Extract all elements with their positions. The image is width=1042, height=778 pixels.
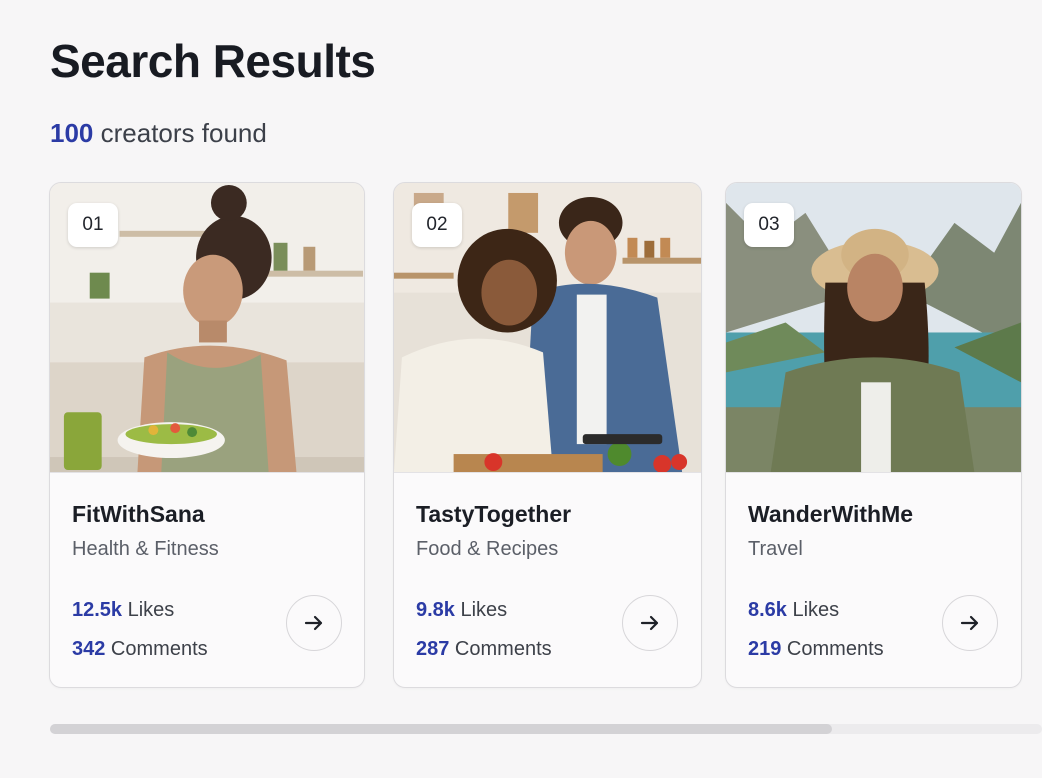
- likes-count: 12.5k: [72, 599, 123, 621]
- likes-count: 8.6k: [748, 599, 787, 621]
- comments-count: 342: [72, 638, 106, 660]
- likes-label: Likes: [786, 599, 840, 621]
- creator-category: Food & Recipes: [416, 538, 559, 560]
- comments-label: Comments: [781, 638, 884, 660]
- result-count: 100: [50, 118, 94, 148]
- creator-card[interactable]: 03 WanderWithMe Travel 8.6k Likes 219 Co…: [725, 182, 1022, 688]
- comments-count: 287: [416, 638, 450, 660]
- arrow-right-icon: [960, 615, 979, 631]
- arrow-right-icon: [640, 615, 659, 631]
- creator-photo: 02: [394, 183, 701, 473]
- page-title: Search Results: [50, 35, 376, 87]
- creator-photo: 03: [726, 183, 1021, 473]
- scrollbar-thumb[interactable]: [50, 724, 832, 734]
- rank-badge: 02: [412, 203, 462, 247]
- comments-count: 219: [748, 638, 782, 660]
- open-profile-button[interactable]: [942, 595, 998, 651]
- creator-card[interactable]: 01 FitWithSana Health & Fitness 12.5k Li…: [49, 182, 365, 688]
- arrow-right-icon: [304, 615, 323, 631]
- creator-name[interactable]: TastyTogether: [416, 501, 679, 528]
- creator-card[interactable]: 02 TastyTogether Food & Recipes 9.8k Lik…: [393, 182, 702, 688]
- creator-category: Travel: [748, 538, 803, 560]
- likes-label: Likes: [454, 599, 508, 621]
- open-profile-button[interactable]: [286, 595, 342, 651]
- result-count-suffix: creators found: [93, 118, 267, 148]
- result-count-text: 100 creators found: [50, 118, 267, 149]
- rank-badge: 03: [744, 203, 794, 247]
- creator-name[interactable]: WanderWithMe: [748, 501, 999, 528]
- comments-label: Comments: [105, 638, 208, 660]
- comments-label: Comments: [449, 638, 552, 660]
- likes-count: 9.8k: [416, 599, 455, 621]
- likes-label: Likes: [122, 599, 175, 621]
- creator-category: Health & Fitness: [72, 538, 219, 560]
- creator-photo: 01: [50, 183, 364, 473]
- rank-badge: 01: [68, 203, 118, 247]
- horizontal-scrollbar[interactable]: [50, 724, 1042, 734]
- creator-name[interactable]: FitWithSana: [72, 501, 342, 528]
- search-results-page: Search Results 100 creators found 01 Fit…: [0, 0, 1042, 778]
- open-profile-button[interactable]: [622, 595, 678, 651]
